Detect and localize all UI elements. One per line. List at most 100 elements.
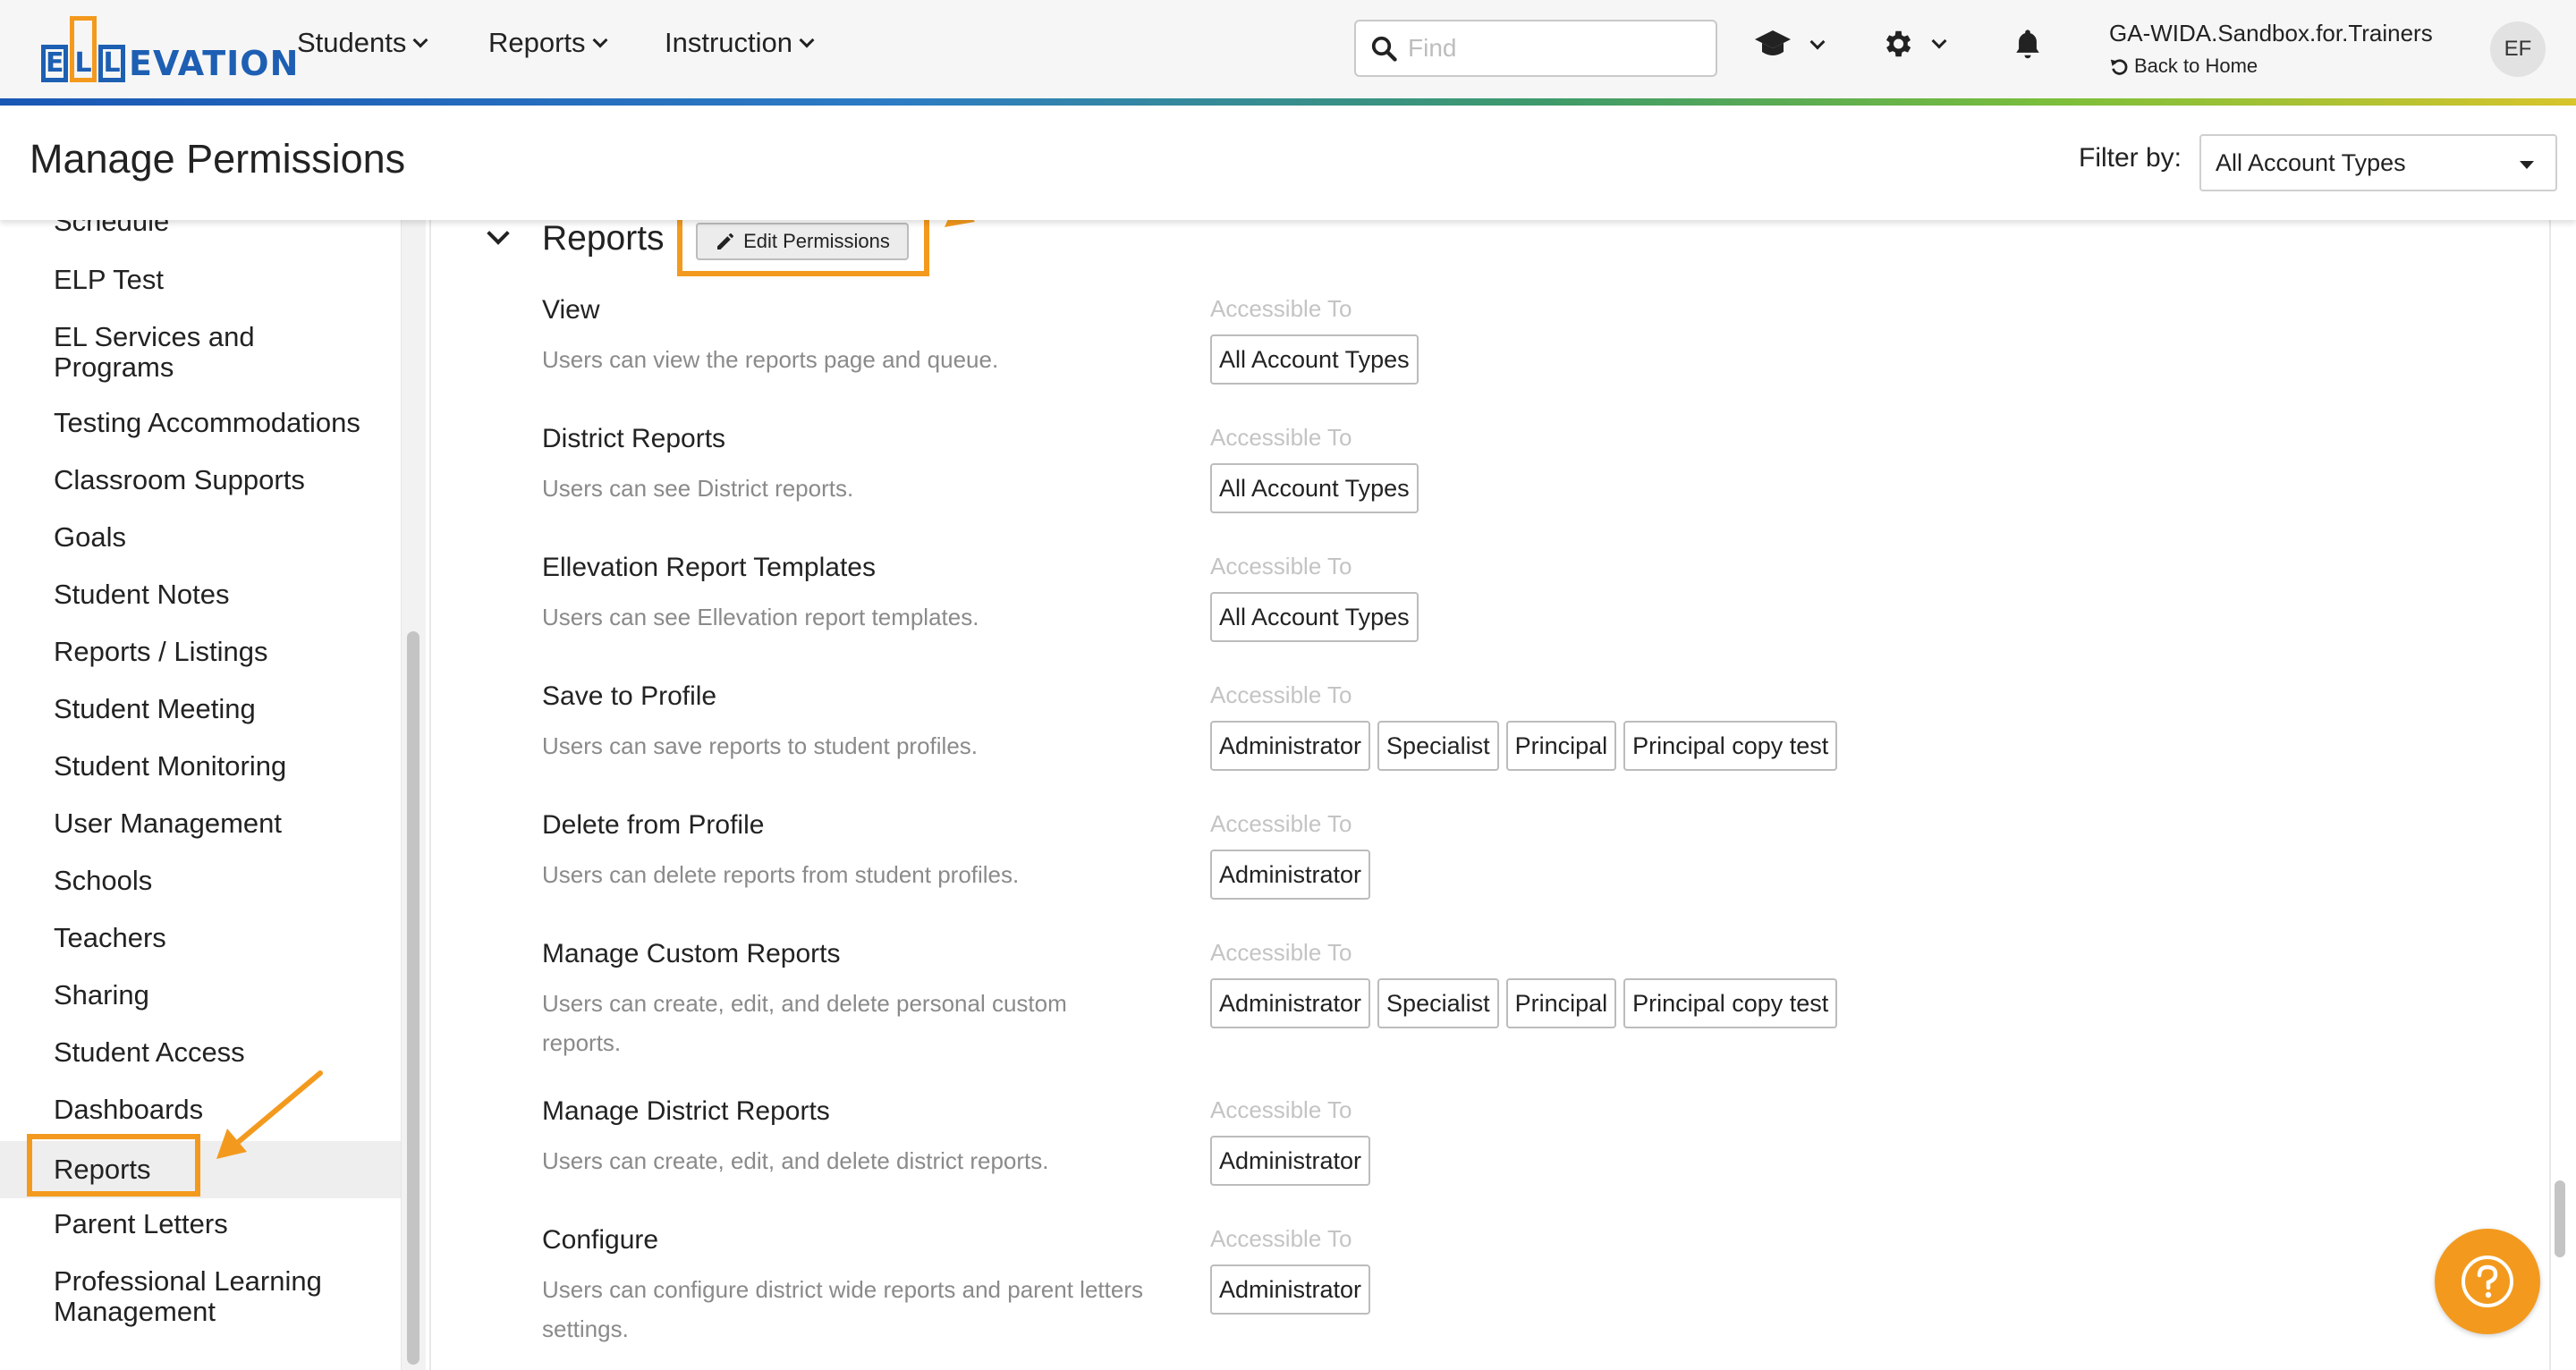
undo-icon [2110,59,2128,75]
help-button[interactable] [2435,1229,2540,1334]
role-tag: Administrator [1210,978,1371,1028]
permission-description: Users can see Ellevation report template… [542,604,979,630]
permission-description: Users can see District reports. [542,475,854,502]
logo-letter: L [70,16,97,82]
accessible-to-label: Accessible To [1210,553,1352,579]
sidebar-item-reports[interactable]: Reports [0,1141,401,1198]
sidebar-item-schools[interactable]: Schools [0,866,401,896]
role-tag: Specialist [1377,721,1499,771]
search-box [1354,20,1717,77]
sidebar-item-goals[interactable]: Goals [0,522,401,553]
help-icon [2462,1256,2513,1307]
sidebar-item-parent-letters[interactable]: Parent Letters [0,1209,401,1239]
chevron-down-icon [1931,33,1947,49]
account-type-filter-select[interactable]: All Account Types [2199,134,2557,191]
role-tag: All Account Types [1210,463,1419,513]
permission-title: View [542,295,600,325]
chevron-down-icon [1809,34,1826,50]
pencil-icon [717,233,734,249]
permission-title: Manage District Reports [542,1096,830,1126]
ellevation-logo[interactable]: E L L EVATION [41,16,299,82]
permission-title: Manage Custom Reports [542,939,841,968]
permissions-sidebar: Schedule ELP Test EL Services and Progra… [0,220,401,1370]
search-icon [1371,36,1397,62]
back-to-home-label: Back to Home [2134,55,2258,77]
chevron-down-icon [799,32,815,48]
edit-permissions-button[interactable]: Edit Permissions [696,223,909,260]
nav-reports-menu[interactable]: Reports [488,27,608,59]
role-tag: Principal [1505,978,1617,1028]
accessible-to-label: Accessible To [1210,1096,1352,1123]
accessible-to-label: Accessible To [1210,939,1352,966]
permission-title: Ellevation Report Templates [542,553,876,582]
permissions-panel [429,220,2551,1370]
accessible-to-label: Accessible To [1210,295,1352,322]
sidebar-item-elp-test[interactable]: ELP Test [0,265,401,295]
page-header: Manage Permissions Filter by: All Accoun… [0,106,2576,220]
sidebar-scrollbar-thumb[interactable] [407,631,419,1365]
permission-title: Save to Profile [542,681,717,711]
permission-description: Users can create, edit, and delete distr… [542,1147,1049,1174]
sidebar-item-sharing[interactable]: Sharing [0,980,401,1011]
role-tags: All Account Types [1210,334,1419,385]
sidebar-item-schedule[interactable]: Schedule [0,220,401,237]
role-tag: Administrator [1210,721,1371,771]
section-title-reports: Reports [542,219,665,258]
caret-down-icon [2520,161,2534,169]
role-tag: Principal copy test [1623,721,1838,771]
filter-selected-value: All Account Types [2216,148,2406,176]
sidebar-item-teachers[interactable]: Teachers [0,923,401,953]
role-tags: Administrator [1210,1136,1371,1186]
permission-description: Users can save reports to student profil… [542,732,979,759]
sidebar-item-reports-listings[interactable]: Reports / Listings [0,637,401,667]
role-tag: Administrator [1210,850,1371,900]
user-account: GA-WIDA.Sandbox.for.Trainers Back to Hom… [2109,20,2433,78]
nav-reports-label: Reports [488,27,586,58]
permission-title: Delete from Profile [542,810,765,840]
accessible-to-label: Accessible To [1210,1225,1352,1252]
chevron-down-icon [592,32,608,48]
sidebar-item-professional-learning[interactable]: Professional Learning Management [0,1266,376,1327]
sidebar-item-el-services[interactable]: EL Services and Programs [0,322,340,383]
sidebar-item-student-notes[interactable]: Student Notes [0,579,401,610]
permission-description: Users can configure district wide report… [542,1276,1143,1342]
role-tag: All Account Types [1210,334,1419,385]
brand-gradient-bar [0,98,2576,106]
logo-letter: L [98,45,125,82]
role-tag: Specialist [1377,978,1499,1028]
graduation-cap-icon [1755,30,1791,55]
permission-description: Users can view the reports page and queu… [542,346,999,373]
chevron-down-icon [412,32,428,48]
nav-instruction-label: Instruction [665,27,793,58]
main-scrollbar-thumb[interactable] [2555,1180,2565,1257]
permission-description: Users can delete reports from student pr… [542,861,1020,888]
avatar[interactable]: EF [2490,21,2546,77]
back-to-home-link[interactable]: Back to Home [2109,55,2433,78]
role-tags: Administrator Specialist Principal Princ… [1210,978,1838,1028]
sidebar-item-testing-accommodations[interactable]: Testing Accommodations [0,408,401,438]
role-tag: Administrator [1210,1136,1371,1186]
search-input[interactable] [1408,34,1703,63]
nav-students-label: Students [297,27,407,58]
sidebar-item-classroom-supports[interactable]: Classroom Supports [0,465,401,495]
role-tags: Administrator [1210,850,1371,900]
nav-students-menu[interactable]: Students [297,27,428,59]
notifications-button[interactable] [2012,27,2043,61]
district-name: GA-WIDA.Sandbox.for.Trainers [2109,20,2433,47]
permission-title: Configure [542,1225,659,1255]
role-tag: Administrator [1210,1264,1371,1315]
nav-instruction-menu[interactable]: Instruction [665,27,815,59]
sidebar-item-dashboards[interactable]: Dashboards [0,1095,401,1125]
role-tags: All Account Types [1210,592,1419,642]
settings-menu-button[interactable] [1880,27,1947,61]
role-tag: All Account Types [1210,592,1419,642]
logo-text: EVATION [129,44,300,83]
sidebar-item-student-access[interactable]: Student Access [0,1037,401,1068]
education-menu-button[interactable] [1753,27,1826,63]
sidebar-item-student-monitoring[interactable]: Student Monitoring [0,751,401,782]
sidebar-item-user-management[interactable]: User Management [0,808,401,839]
top-navigation-bar: E L L EVATION Students Reports Instructi… [0,0,2576,98]
logo-letter: E [41,45,68,82]
bell-icon [2016,30,2039,59]
sidebar-item-student-meeting[interactable]: Student Meeting [0,694,401,724]
